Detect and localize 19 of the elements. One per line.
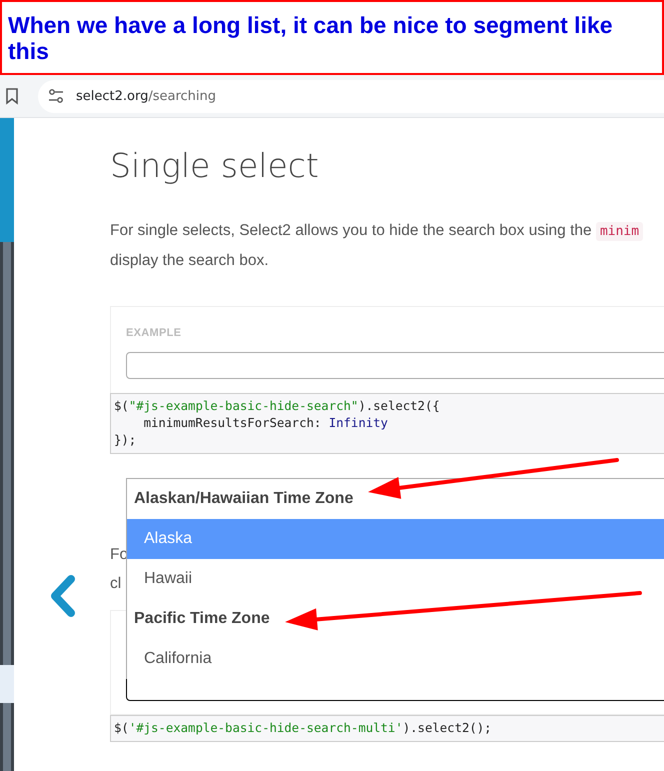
bookmark-icon[interactable] xyxy=(4,87,20,105)
dropdown-option[interactable]: California xyxy=(127,639,664,679)
code-line: $('#js-example-basic-hide-search-multi').select2(); xyxy=(114,720,492,737)
tune-icon[interactable] xyxy=(48,88,64,104)
paragraph-text: display the search box. xyxy=(110,251,269,271)
group-header: Alaskan/Hawaiian Time Zone xyxy=(134,490,354,508)
annotation-banner: When we have a long list, it can be nice to segment like this xyxy=(0,0,664,75)
paragraph-text: cl xyxy=(110,574,122,594)
group-header: Pacific Time Zone xyxy=(134,610,270,628)
address-bar[interactable]: select2.org/searching xyxy=(38,80,664,112)
select-field[interactable] xyxy=(126,352,664,379)
paragraph-text: For single selects, Select2 allows you to hide the search box using the minim xyxy=(110,216,644,246)
code-line: minimumResultsForSearch: Infinity xyxy=(142,415,388,432)
code-line: $("#js-example-basic-hide-search").select2({ xyxy=(114,398,440,415)
dropdown-option[interactable]: Hawaii xyxy=(127,559,664,599)
url-text: select2.org/searching xyxy=(76,88,216,104)
example-label: EXAMPLE xyxy=(126,327,182,339)
code-line: }); xyxy=(114,432,136,449)
page-heading: Single select xyxy=(110,145,320,187)
